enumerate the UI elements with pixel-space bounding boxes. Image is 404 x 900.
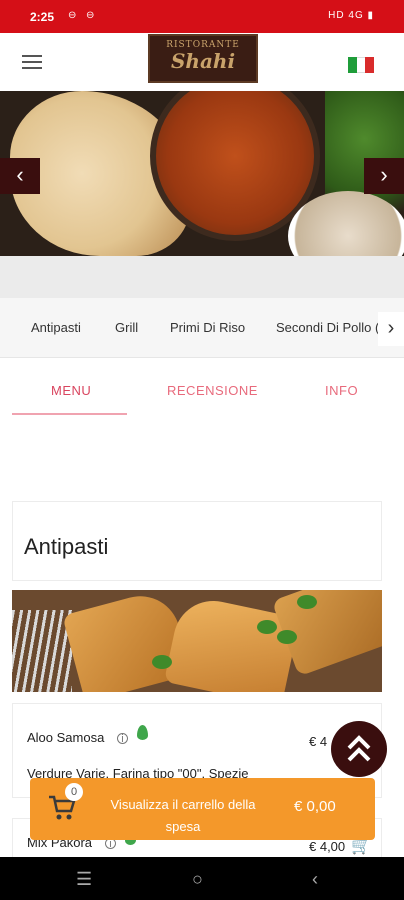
- category-grill[interactable]: Grill: [115, 320, 138, 335]
- vegetarian-leaf-icon: [137, 725, 148, 740]
- item-name: Aloo Samosa: [27, 730, 105, 745]
- cart-count-badge: 0: [65, 783, 83, 801]
- back-icon[interactable]: ‹: [312, 869, 318, 890]
- menu-icon[interactable]: [22, 55, 42, 71]
- scroll-top-button[interactable]: [331, 721, 387, 777]
- category-next-button[interactable]: ›: [378, 312, 404, 346]
- section-header: Antipasti: [12, 501, 382, 581]
- status-time: 2:25: [30, 10, 55, 24]
- active-tab-indicator: [12, 413, 127, 415]
- info-icon[interactable]: i: [117, 733, 128, 745]
- category-bar: Antipasti Grill Primi Di Riso Secondi Di…: [0, 298, 404, 358]
- restaurant-logo[interactable]: RISTORANTE Shahi: [148, 34, 258, 83]
- chevron-right-icon: ›: [387, 317, 395, 339]
- cart-total: € 0,00: [294, 798, 336, 815]
- sim2-icon: ⊖: [86, 10, 95, 21]
- carousel-next-button[interactable]: ›: [364, 158, 404, 194]
- item-price: € 4,00: [309, 839, 346, 854]
- italian-flag-icon[interactable]: [348, 57, 375, 73]
- chevron-right-icon: ›: [380, 162, 388, 187]
- section-image: [12, 590, 382, 692]
- item-price: € 4: [309, 734, 328, 749]
- tab-menu[interactable]: MENU: [51, 383, 91, 398]
- cart-label: Visualizza il carrello della spesa: [110, 797, 256, 834]
- category-secondi-di-pollo[interactable]: Secondi Di Pollo (: [276, 320, 379, 335]
- app-header: RISTORANTE Shahi: [0, 33, 404, 91]
- category-antipasti[interactable]: Antipasti: [31, 320, 81, 335]
- section-title: Antipasti: [24, 534, 109, 559]
- double-chevron-up-icon: [347, 735, 371, 762]
- carousel-prev-button[interactable]: ‹: [0, 158, 40, 194]
- category-primi-di-riso[interactable]: Primi Di Riso: [170, 320, 245, 335]
- system-nav-bar: ☰ ○ ‹: [0, 857, 404, 900]
- hero-carousel[interactable]: [0, 91, 404, 256]
- tab-bar: MENU RECENSIONE INFO: [0, 365, 404, 415]
- status-indicators: HD 4G ▮: [328, 10, 374, 21]
- home-icon[interactable]: ○: [192, 869, 203, 890]
- chevron-left-icon: ‹: [16, 162, 24, 187]
- recent-apps-icon[interactable]: ☰: [76, 869, 92, 890]
- tab-info[interactable]: INFO: [325, 383, 358, 398]
- spacer-band: [0, 256, 404, 298]
- logo-line2: Shahi: [170, 49, 236, 73]
- fork-image: [12, 610, 72, 692]
- sim1-icon: ⊖: [68, 10, 77, 21]
- view-cart-button[interactable]: 0 Visualizza il carrello della spesa € 0…: [30, 778, 375, 840]
- tab-recensione[interactable]: RECENSIONE: [167, 383, 258, 398]
- status-bar: 2:25 ⊖ ⊖ HD 4G ▮: [0, 0, 404, 33]
